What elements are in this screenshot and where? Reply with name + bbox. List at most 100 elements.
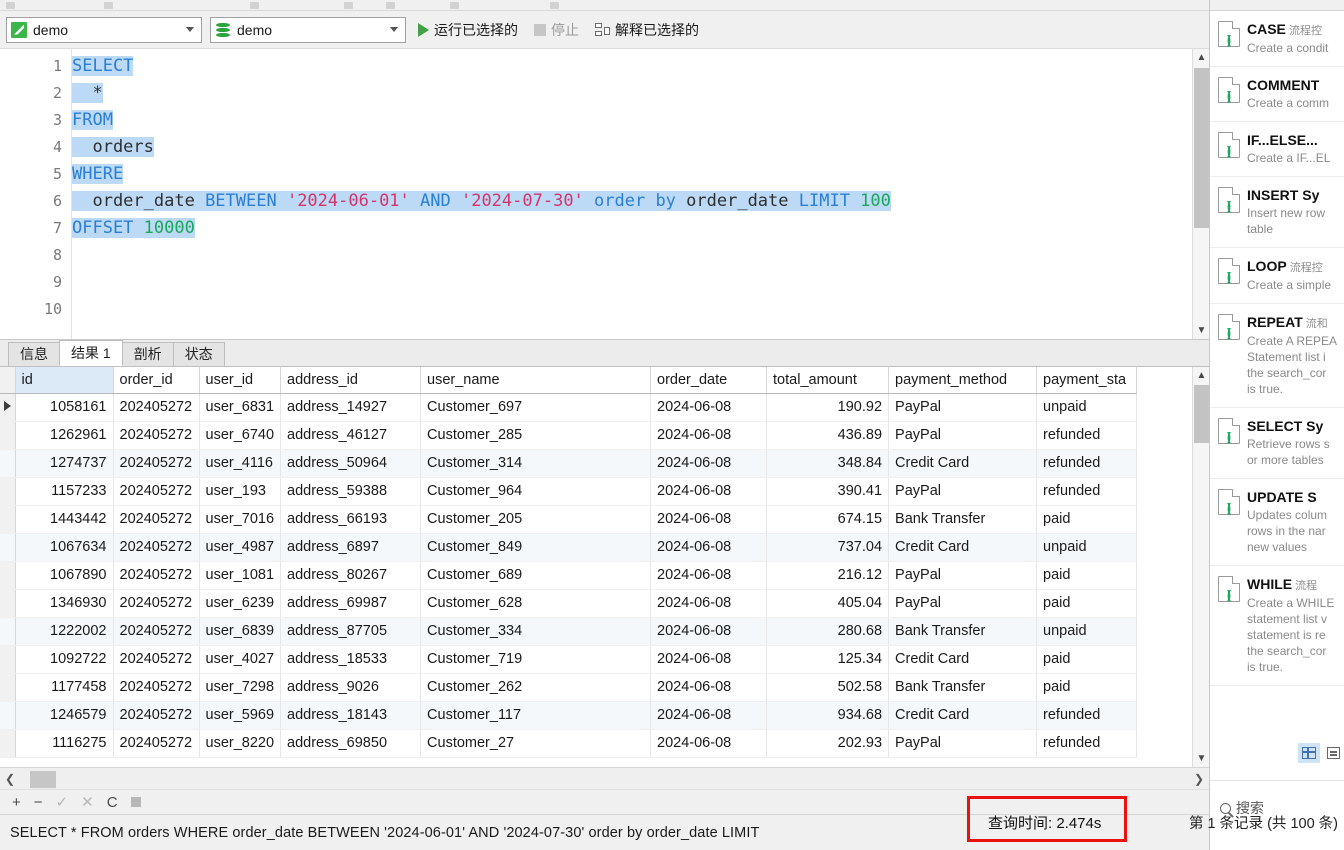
table-cell[interactable]: 2024-06-08 xyxy=(650,673,768,702)
snippet-item[interactable]: () UPDATE S Updates colum rows in the nar … xyxy=(1210,479,1344,566)
table-cell[interactable]: Credit Card xyxy=(888,449,1038,478)
table-cell[interactable]: user_6239 xyxy=(199,589,282,618)
table-cell[interactable]: Bank Transfer xyxy=(888,617,1038,646)
column-header[interactable]: total_amount xyxy=(766,367,890,394)
table-cell[interactable]: 1092722 xyxy=(15,645,114,674)
code-line[interactable]: order_date BETWEEN '2024-06-01' AND '202… xyxy=(72,188,1192,215)
table-cell[interactable]: Customer_205 xyxy=(420,505,652,534)
table-cell[interactable]: 2024-06-08 xyxy=(650,393,768,422)
table-cell[interactable]: user_7298 xyxy=(199,673,282,702)
code-line[interactable]: SELECT xyxy=(72,53,1192,80)
apply-changes-button[interactable]: ✓ xyxy=(56,793,69,811)
table-cell[interactable]: refunded xyxy=(1036,449,1138,478)
scroll-down-icon[interactable]: ▼ xyxy=(1193,750,1209,767)
table-cell[interactable]: user_7016 xyxy=(199,505,282,534)
table-row[interactable]: 1346930 202405272 user_6239 address_69987 Cu… xyxy=(0,589,1138,618)
table-cell[interactable]: Credit Card xyxy=(888,645,1038,674)
table-cell[interactable]: 348.84 xyxy=(766,449,890,478)
row-marker[interactable] xyxy=(0,393,16,422)
table-cell[interactable]: unpaid xyxy=(1036,393,1138,422)
table-cell[interactable]: 1443442 xyxy=(15,505,114,534)
table-cell[interactable]: 2024-06-08 xyxy=(650,421,768,450)
grid-horizontal-scrollbar[interactable]: ❮ ❯ xyxy=(0,767,1209,789)
table-cell[interactable]: PayPal xyxy=(888,561,1038,590)
table-row[interactable]: 1262961 202405272 user_6740 address_46127 Cu… xyxy=(0,421,1138,450)
grid-scroll-thumb[interactable] xyxy=(1194,385,1209,443)
table-cell[interactable]: Customer_689 xyxy=(420,561,652,590)
table-cell[interactable]: address_9026 xyxy=(280,673,422,702)
table-row[interactable]: 1116275 202405272 user_8220 address_69850 Cu… xyxy=(0,729,1138,758)
table-cell[interactable]: address_59388 xyxy=(280,477,422,506)
column-header[interactable]: order_id xyxy=(113,367,200,394)
table-cell[interactable]: Customer_334 xyxy=(420,617,652,646)
table-cell[interactable]: 202405272 xyxy=(113,505,200,534)
table-cell[interactable]: Customer_27 xyxy=(420,729,652,758)
table-row[interactable]: 1058161 202405272 user_6831 address_14927 Cu… xyxy=(0,393,1138,422)
row-marker[interactable] xyxy=(0,477,16,506)
hscroll-thumb[interactable] xyxy=(30,770,56,788)
table-cell[interactable]: PayPal xyxy=(888,421,1038,450)
column-header[interactable]: id xyxy=(15,367,114,394)
table-cell[interactable]: user_1081 xyxy=(199,561,282,590)
snippet-item[interactable]: () INSERT Sy Insert new row table xyxy=(1210,177,1344,248)
add-record-button[interactable]: + xyxy=(12,794,21,811)
snippet-item[interactable]: () CASE 流程控 Create a condit xyxy=(1210,11,1344,67)
snippet-item[interactable]: () SELECT Sy Retrieve rows s or more table… xyxy=(1210,408,1344,479)
table-cell[interactable]: 1067890 xyxy=(15,561,114,590)
remove-record-button[interactable]: − xyxy=(34,794,43,811)
table-cell[interactable]: 1346930 xyxy=(15,589,114,618)
table-cell[interactable]: paid xyxy=(1036,645,1138,674)
scroll-up-icon[interactable]: ▲ xyxy=(1193,49,1210,66)
table-cell[interactable]: 502.58 xyxy=(766,673,890,702)
table-cell[interactable]: Customer_849 xyxy=(420,533,652,562)
table-cell[interactable]: 1246579 xyxy=(15,701,114,730)
code-line[interactable]: FROM xyxy=(72,107,1192,134)
table-cell[interactable]: 1177458 xyxy=(15,673,114,702)
table-cell[interactable]: 2024-06-08 xyxy=(650,645,768,674)
row-marker[interactable] xyxy=(0,561,16,590)
table-cell[interactable]: user_6839 xyxy=(199,617,282,646)
table-cell[interactable]: 1116275 xyxy=(15,729,114,758)
table-cell[interactable]: 2024-06-08 xyxy=(650,449,768,478)
table-cell[interactable]: 280.68 xyxy=(766,617,890,646)
table-cell[interactable]: 2024-06-08 xyxy=(650,505,768,534)
table-cell[interactable]: 125.34 xyxy=(766,645,890,674)
table-cell[interactable]: paid xyxy=(1036,589,1138,618)
scroll-right-icon[interactable]: ❯ xyxy=(1189,772,1209,786)
table-cell[interactable]: 202405272 xyxy=(113,701,200,730)
table-cell[interactable]: Customer_262 xyxy=(420,673,652,702)
table-cell[interactable]: address_87705 xyxy=(280,617,422,646)
row-marker[interactable] xyxy=(0,645,16,674)
table-cell[interactable]: 1262961 xyxy=(15,421,114,450)
editor-scroll-thumb[interactable] xyxy=(1194,68,1209,228)
database-select[interactable]: demo xyxy=(210,16,406,43)
table-cell[interactable]: 2024-06-08 xyxy=(650,701,768,730)
run-selected-button[interactable]: 运行已选择的 xyxy=(414,18,522,42)
table-cell[interactable]: PayPal xyxy=(888,477,1038,506)
code-line[interactable]: orders xyxy=(72,134,1192,161)
result-tab[interactable]: 信息 xyxy=(8,342,60,366)
table-cell[interactable]: 1274737 xyxy=(15,449,114,478)
table-cell[interactable]: user_4116 xyxy=(199,449,282,478)
table-cell[interactable]: address_18143 xyxy=(280,701,422,730)
table-cell[interactable]: refunded xyxy=(1036,421,1138,450)
table-cell[interactable]: 2024-06-08 xyxy=(650,617,768,646)
column-header[interactable]: payment_method xyxy=(888,367,1038,394)
table-cell[interactable]: 202405272 xyxy=(113,645,200,674)
table-cell[interactable]: user_193 xyxy=(199,477,282,506)
table-cell[interactable]: user_8220 xyxy=(199,729,282,758)
table-row[interactable]: 1067890 202405272 user_1081 address_80267 Cu… xyxy=(0,561,1138,590)
code-line[interactable] xyxy=(72,242,1192,269)
table-cell[interactable]: 2024-06-08 xyxy=(650,477,768,506)
table-cell[interactable]: 216.12 xyxy=(766,561,890,590)
snippet-item[interactable]: () WHILE 流程 Create a WHILE statement list … xyxy=(1210,566,1344,686)
table-cell[interactable]: user_4027 xyxy=(199,645,282,674)
table-cell[interactable]: Bank Transfer xyxy=(888,673,1038,702)
table-cell[interactable]: 2024-06-08 xyxy=(650,533,768,562)
table-cell[interactable]: address_46127 xyxy=(280,421,422,450)
result-tab[interactable]: 剖析 xyxy=(121,342,174,366)
sql-editor[interactable]: 1 2 3 4 5 6 7 8 9 10 SELECT * FROM orders WHERE ord… xyxy=(0,49,1209,340)
table-cell[interactable]: Bank Transfer xyxy=(888,505,1038,534)
table-cell[interactable]: 1067634 xyxy=(15,533,114,562)
table-cell[interactable]: 1222002 xyxy=(15,617,114,646)
